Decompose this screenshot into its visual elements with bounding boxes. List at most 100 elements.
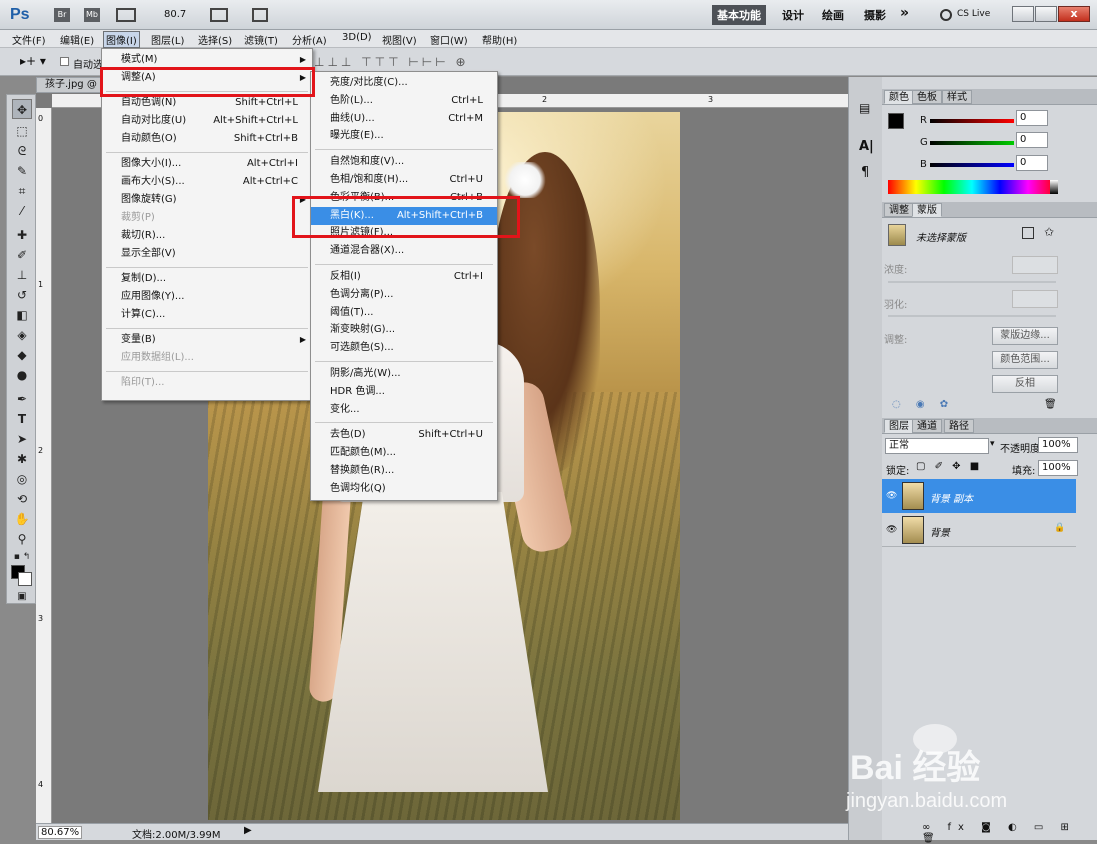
adjust-menu-item[interactable]: 可选颜色(S)... bbox=[311, 339, 497, 357]
eraser-tool-icon[interactable]: ◧ bbox=[12, 305, 32, 325]
menu-help[interactable]: 帮助(H) bbox=[482, 32, 517, 47]
mini-bridge-button[interactable]: Mb bbox=[84, 8, 100, 22]
hand-tool-icon[interactable]: ✋ bbox=[12, 509, 32, 529]
history-brush-tool-icon[interactable]: ↺ bbox=[12, 285, 32, 305]
menu-select[interactable]: 选择(S) bbox=[198, 32, 232, 47]
history-panel-icon[interactable]: ▤ bbox=[859, 101, 870, 115]
brush-tool-icon[interactable]: ✐ bbox=[12, 245, 32, 265]
color-g-slider[interactable] bbox=[930, 141, 1014, 145]
quick-mask-icon[interactable]: ▣ bbox=[12, 587, 32, 607]
document-tab[interactable]: 孩子.jpg @ bbox=[36, 77, 106, 93]
adjust-menu-item[interactable]: 曝光度(E)... bbox=[311, 127, 497, 145]
feather-field[interactable] bbox=[1012, 290, 1058, 308]
adjust-menu-item[interactable]: 替换颜色(R)... bbox=[311, 462, 497, 480]
adjust-menu-item[interactable]: 去色(D) Shift+Ctrl+U bbox=[311, 426, 497, 444]
menu-file[interactable]: 文件(F) bbox=[12, 32, 46, 47]
density-field[interactable] bbox=[1012, 256, 1058, 274]
path-selection-tool-icon[interactable]: ➤ bbox=[12, 429, 32, 449]
pen-tool-icon[interactable]: ✒ bbox=[12, 389, 32, 409]
close-icon[interactable]: x bbox=[1058, 6, 1090, 22]
image-menu-item[interactable]: 图像旋转(G) ▶ bbox=[102, 191, 312, 209]
shape-tool-icon[interactable]: ✱ bbox=[12, 449, 32, 469]
blend-mode-chevron-down-icon[interactable]: ▾ bbox=[990, 439, 995, 449]
bridge-button[interactable]: Br bbox=[54, 8, 70, 22]
eyedropper-tool-icon[interactable]: ⁄ bbox=[12, 201, 32, 221]
move-tool-icon[interactable]: ✥ bbox=[12, 99, 32, 119]
tab-styles[interactable]: 样式 bbox=[942, 90, 972, 104]
mask-edge-button[interactable]: 蒙版边缘... bbox=[992, 327, 1058, 345]
density-slider[interactable] bbox=[888, 281, 1056, 283]
adjust-menu-item[interactable]: 色调分离(P)... bbox=[311, 286, 497, 304]
menu-image[interactable]: 图像(I) bbox=[103, 31, 140, 48]
adjust-menu-item[interactable]: 渐变映射(G)... bbox=[311, 321, 497, 339]
color-range-button[interactable]: 颜色范围... bbox=[992, 351, 1058, 369]
adjust-menu-item[interactable]: 亮度/对比度(C)... bbox=[311, 74, 497, 92]
blur-tool-icon[interactable]: ◆ bbox=[12, 345, 32, 365]
color-r-slider[interactable] bbox=[930, 119, 1014, 123]
default-colors-icon[interactable]: ▪ ↰ bbox=[12, 547, 32, 567]
menu-edit[interactable]: 编辑(E) bbox=[60, 32, 94, 47]
menu-3d[interactable]: 3D(D) bbox=[342, 32, 372, 43]
workspace-painting[interactable]: 绘画 bbox=[822, 7, 844, 23]
menu-view[interactable]: 视图(V) bbox=[382, 32, 417, 47]
align-buttons-icon[interactable]: ⊥⊥⊥ ⊤⊤⊤ ⊢⊢⊢ ⊕ bbox=[314, 55, 469, 69]
adjust-menu-item[interactable]: 变化... bbox=[311, 401, 497, 419]
invert-button[interactable]: 反相 bbox=[992, 375, 1058, 393]
adjust-menu-item[interactable]: 曲线(U)... Ctrl+M bbox=[311, 110, 497, 128]
menu-layer[interactable]: 图层(L) bbox=[151, 32, 184, 47]
zoom-level-combo[interactable]: 80.7 bbox=[164, 9, 186, 20]
background-color-swatch[interactable] bbox=[18, 572, 32, 586]
mask-footer-icons[interactable]: ◌ ◉ ✿ bbox=[892, 399, 954, 410]
healing-brush-tool-icon[interactable]: ✚ bbox=[12, 225, 32, 245]
tab-color[interactable]: 颜色 bbox=[884, 90, 914, 104]
image-menu-item[interactable]: 变量(B) ▶ bbox=[102, 331, 312, 349]
image-menu-item[interactable]: 裁切(R)... bbox=[102, 227, 312, 245]
workspace-essentials[interactable]: 基本功能 bbox=[712, 5, 766, 25]
adjust-menu-item[interactable]: 阈值(T)... bbox=[311, 304, 497, 322]
adjust-menu-item[interactable]: 通道混合器(X)... bbox=[311, 242, 497, 260]
status-menu-arrow-icon[interactable]: ▶ bbox=[244, 825, 252, 836]
more-workspaces-icon[interactable]: » bbox=[900, 5, 909, 21]
color-b-input[interactable]: 0 bbox=[1016, 155, 1048, 171]
image-menu-item[interactable]: 应用图像(Y)... bbox=[102, 288, 312, 306]
view-extras-icon[interactable] bbox=[116, 8, 136, 22]
color-ramp-bw[interactable] bbox=[1050, 180, 1058, 194]
3d-rotate-tool-icon[interactable]: ◎ bbox=[12, 469, 32, 489]
layers-footer-icons[interactable]: ∞ fx ◙ ◐ ▭ ⊞ 🗑 bbox=[922, 822, 1097, 844]
feather-slider[interactable] bbox=[888, 315, 1056, 317]
tab-paths[interactable]: 路径 bbox=[944, 419, 974, 433]
color-foreground-swatch[interactable] bbox=[888, 113, 904, 129]
cslive-button[interactable]: CS Live bbox=[957, 9, 990, 19]
eye-icon[interactable]: 👁 bbox=[886, 525, 897, 535]
image-menu-item[interactable]: 自动对比度(U) Alt+Shift+Ctrl+L bbox=[102, 112, 312, 130]
adjust-menu-item[interactable]: 匹配颜色(M)... bbox=[311, 444, 497, 462]
eye-icon[interactable]: 👁 bbox=[886, 491, 897, 501]
image-menu-item[interactable]: 图像大小(I)... Alt+Ctrl+I bbox=[102, 155, 312, 173]
screen-mode-icon[interactable] bbox=[252, 8, 268, 22]
menu-filter[interactable]: 滤镜(T) bbox=[244, 32, 278, 47]
workspace-photography[interactable]: 摄影 bbox=[864, 7, 886, 23]
workspace-design[interactable]: 设计 bbox=[782, 7, 804, 23]
zoom-tool-icon[interactable]: ⚲ bbox=[12, 529, 32, 549]
zoom-field[interactable]: 80.67% bbox=[38, 826, 83, 839]
fill-field[interactable]: 100% bbox=[1038, 460, 1078, 476]
image-menu-item[interactable]: 计算(C)... bbox=[102, 306, 312, 324]
adjust-menu-item[interactable]: 阴影/高光(W)... bbox=[311, 365, 497, 383]
tab-channels[interactable]: 通道 bbox=[912, 419, 942, 433]
image-menu-item[interactable]: 画布大小(S)... Alt+Ctrl+C bbox=[102, 173, 312, 191]
image-menu-item[interactable]: 自动颜色(O) Shift+Ctrl+B bbox=[102, 130, 312, 148]
restore-icon[interactable] bbox=[1035, 6, 1057, 22]
lasso-tool-icon[interactable]: ᘓ bbox=[12, 141, 32, 161]
adjust-menu-item[interactable]: HDR 色调... bbox=[311, 383, 497, 401]
adjust-menu-item[interactable]: 反相(I) Ctrl+I bbox=[311, 268, 497, 286]
dodge-tool-icon[interactable]: ● bbox=[12, 365, 32, 385]
adjust-menu-item[interactable]: 自然饱和度(V)... bbox=[311, 153, 497, 171]
character-panel-icon[interactable]: A| bbox=[859, 139, 874, 154]
adjust-menu-item[interactable]: 色阶(L)... Ctrl+L bbox=[311, 92, 497, 110]
tab-layers[interactable]: 图层 bbox=[884, 419, 914, 433]
paint-bucket-tool-icon[interactable]: ◈ bbox=[12, 325, 32, 345]
color-r-input[interactable]: 0 bbox=[1016, 110, 1048, 126]
minimize-icon[interactable] bbox=[1012, 6, 1034, 22]
paragraph-panel-icon[interactable]: ¶ bbox=[861, 165, 869, 180]
arrange-documents-icon[interactable] bbox=[210, 8, 228, 22]
